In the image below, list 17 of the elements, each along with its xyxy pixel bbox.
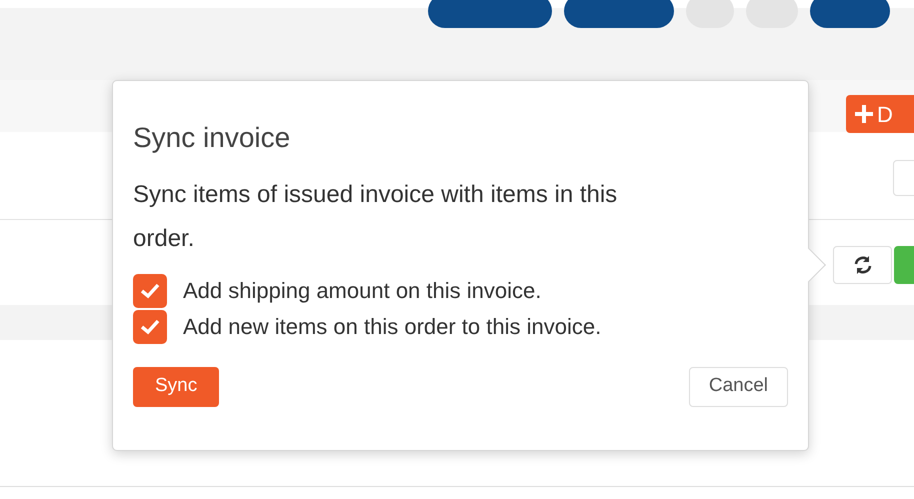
checkbox[interactable] bbox=[133, 310, 167, 344]
checkbox-label: Add new items on this order to this invoice. bbox=[183, 313, 602, 342]
checkbox[interactable] bbox=[133, 274, 167, 308]
popover-message: Sync items of issued invoice with items in this order. bbox=[133, 180, 618, 254]
toolbar-button[interactable] bbox=[428, 0, 552, 28]
refresh-button[interactable] bbox=[833, 246, 892, 284]
add-button[interactable]: D bbox=[846, 95, 914, 133]
popover-title: Sync invoice bbox=[133, 121, 292, 155]
checkbox-label: Add shipping amount on this invoice. bbox=[183, 277, 542, 306]
check-icon bbox=[140, 282, 160, 299]
check-icon bbox=[140, 318, 160, 335]
plus-icon bbox=[854, 104, 874, 124]
sync-button[interactable]: Sync bbox=[133, 366, 220, 407]
toolbar-button[interactable] bbox=[564, 0, 674, 28]
refresh-icon bbox=[852, 255, 872, 275]
cancel-button[interactable]: Cancel bbox=[688, 366, 788, 407]
toolbar-button[interactable] bbox=[810, 0, 890, 28]
